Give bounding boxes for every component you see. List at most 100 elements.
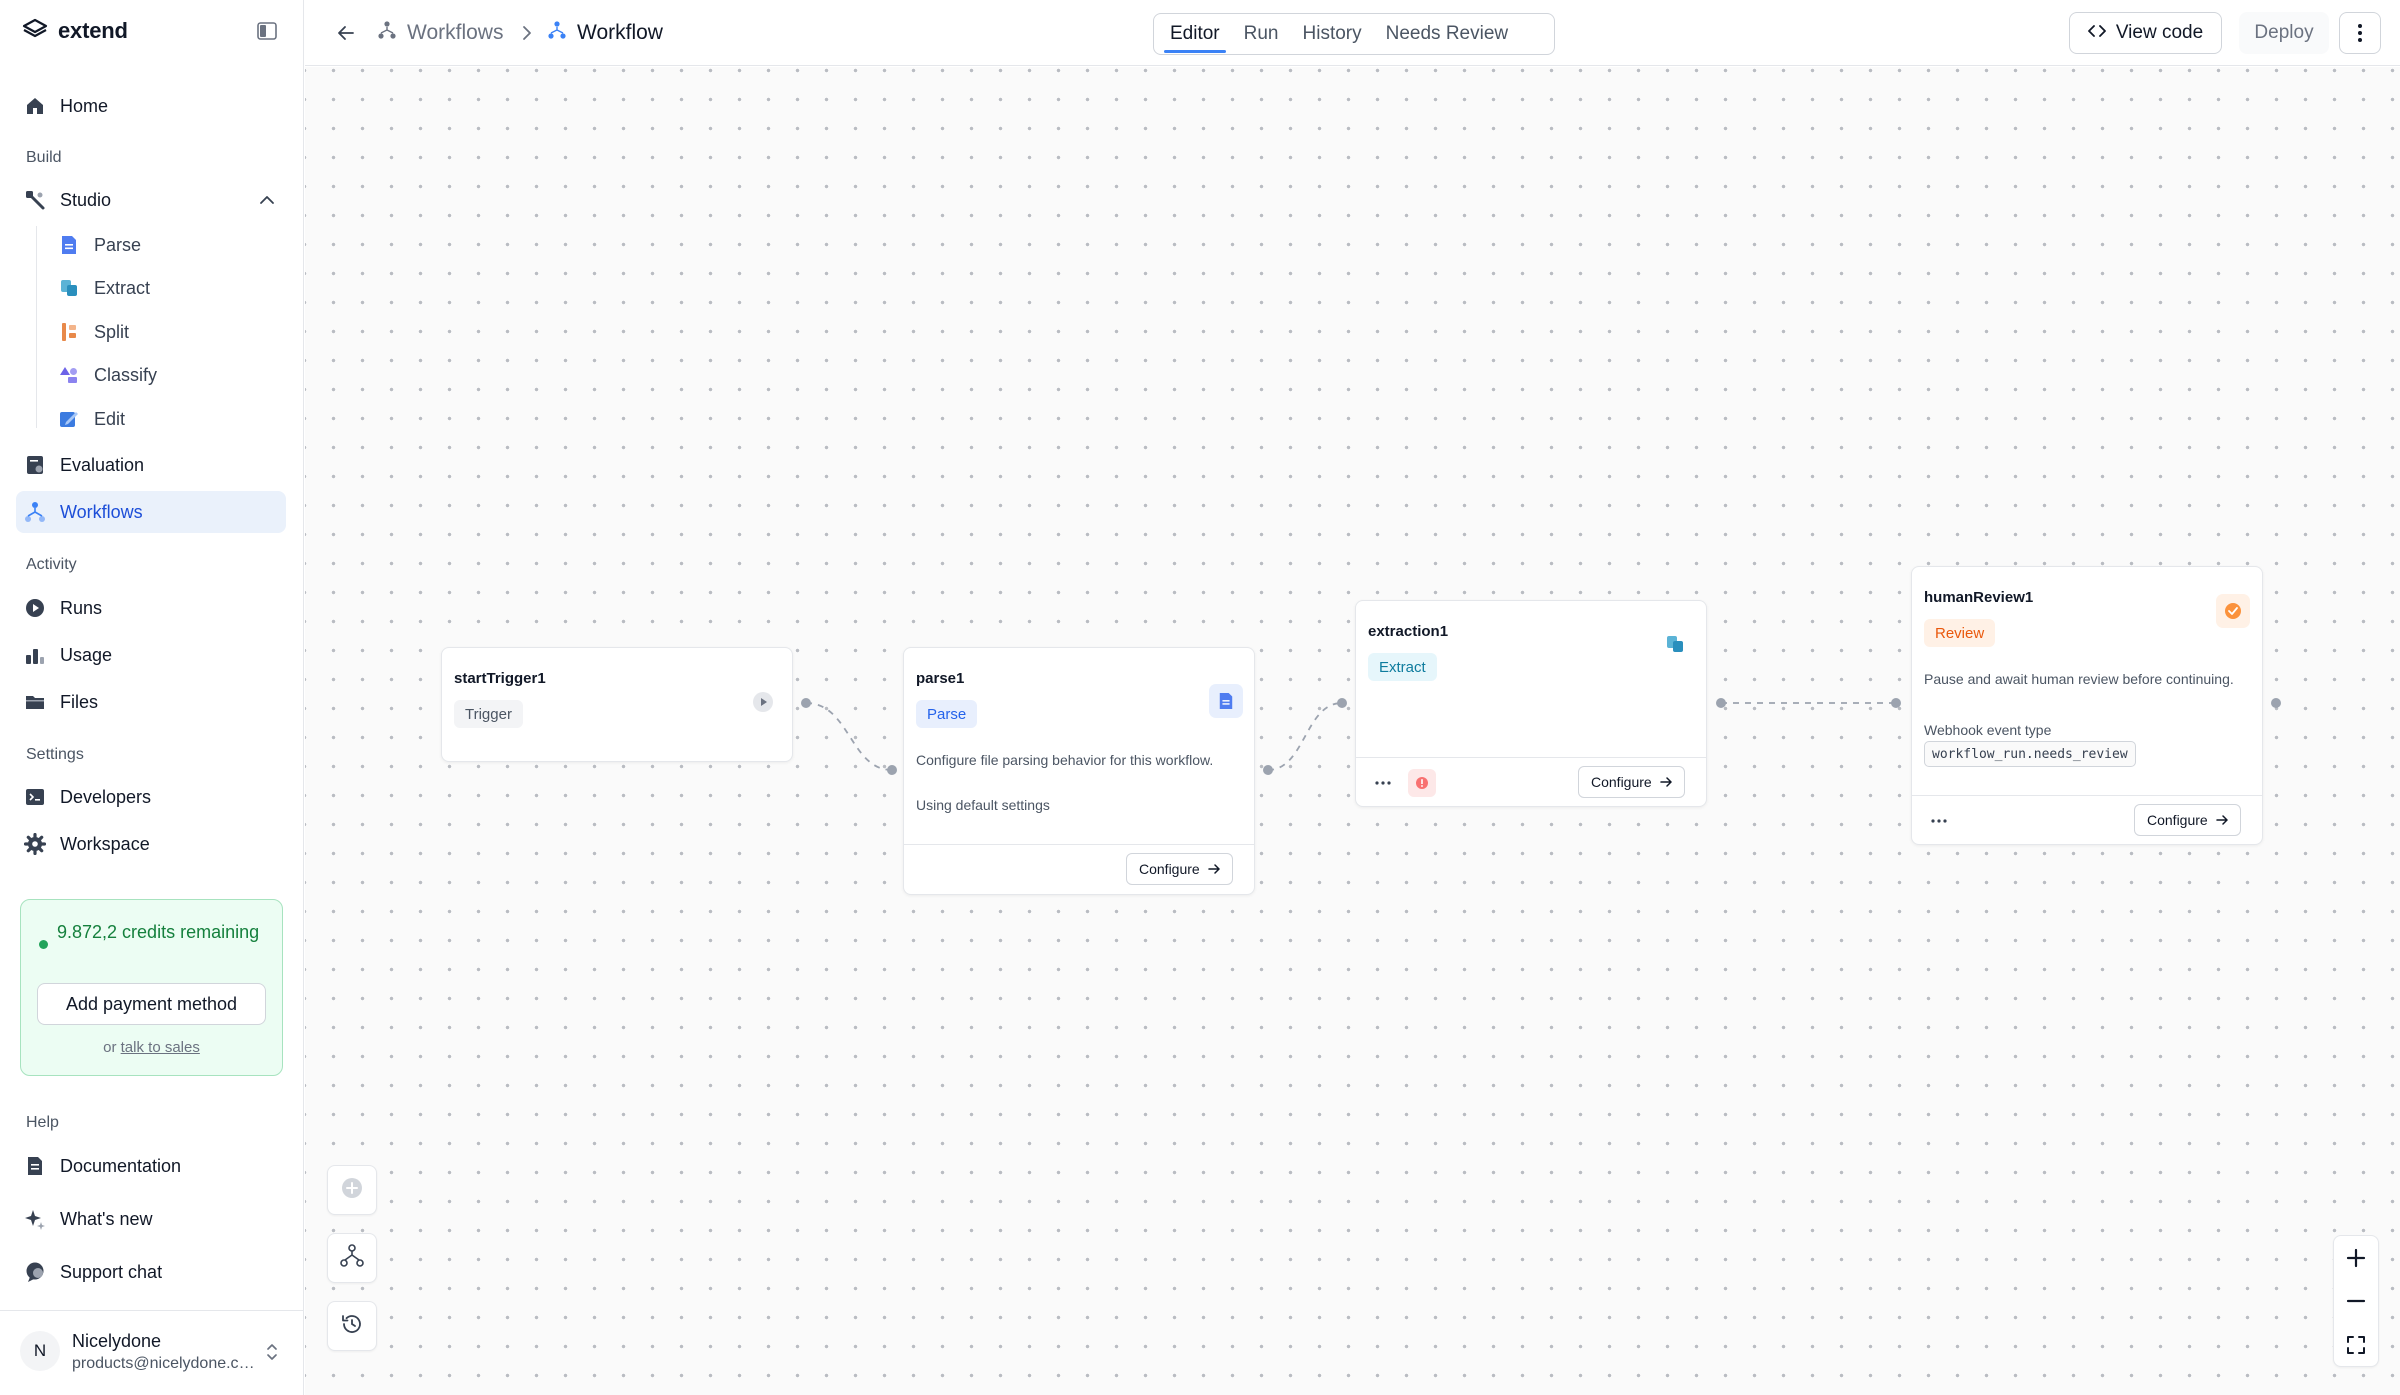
breadcrumb-workflow-label: Workflow bbox=[577, 21, 663, 44]
nav-support-chat[interactable]: Support chat bbox=[16, 1251, 286, 1293]
nav-files[interactable]: Files bbox=[16, 681, 286, 723]
node-type-tag: Extract bbox=[1368, 653, 1437, 681]
node-human-review[interactable]: humanReview1 Review Pause and await huma… bbox=[1911, 566, 2263, 845]
user-menu[interactable]: N Nicelydone products@nicelydone.club bbox=[0, 1310, 303, 1395]
workflow-canvas[interactable]: startTrigger1 Trigger parse1 Parse Confi… bbox=[305, 67, 2400, 1395]
parse-input-handle[interactable] bbox=[887, 765, 897, 775]
nav-workflows[interactable]: Workflows bbox=[16, 491, 286, 533]
nav-split-label: Split bbox=[94, 321, 130, 342]
sidebar: extend Home Build Studio Parse Extract S… bbox=[0, 0, 304, 1395]
chevron-up-icon[interactable] bbox=[256, 189, 278, 211]
breadcrumb-workflows[interactable]: Workflows bbox=[377, 20, 503, 46]
nav-workspace[interactable]: Workspace bbox=[16, 823, 286, 865]
auto-layout-button[interactable] bbox=[327, 1233, 377, 1283]
plus-circle-icon bbox=[341, 1177, 363, 1204]
configure-button[interactable]: Configure bbox=[1126, 853, 1233, 885]
section-activity-label: Activity bbox=[26, 556, 77, 573]
nav-usage[interactable]: Usage bbox=[16, 634, 286, 676]
fit-view-icon[interactable] bbox=[2334, 1323, 2378, 1367]
node-type-tag: Review bbox=[1924, 619, 1996, 647]
warning-icon[interactable] bbox=[1408, 769, 1436, 797]
more-options-icon[interactable] bbox=[1925, 807, 1953, 835]
nav-edit-label: Edit bbox=[94, 408, 126, 429]
or-text: or bbox=[103, 1039, 117, 1056]
version-history-button[interactable] bbox=[327, 1301, 377, 1351]
node-start-trigger[interactable]: startTrigger1 Trigger bbox=[441, 647, 793, 762]
nav-split[interactable]: Split bbox=[58, 314, 129, 350]
configure-label: Configure bbox=[2147, 812, 2208, 828]
breadcrumb-workflows-label: Workflows bbox=[407, 21, 504, 44]
workflow-nodes-icon bbox=[339, 1243, 365, 1274]
nav-developers[interactable]: Developers bbox=[16, 776, 286, 818]
nav-edit[interactable]: Edit bbox=[58, 401, 125, 437]
avatar: N bbox=[20, 1331, 60, 1371]
tab-history[interactable]: History bbox=[1293, 15, 1372, 53]
brand[interactable]: extend bbox=[22, 18, 128, 44]
breadcrumb-workflow: Workflow bbox=[547, 20, 663, 46]
documentation-icon bbox=[24, 1155, 46, 1177]
nav-parse[interactable]: Parse bbox=[58, 227, 141, 263]
back-arrow-icon[interactable] bbox=[333, 20, 359, 46]
nav-workflows-label: Workflows bbox=[60, 501, 143, 522]
code-brackets-icon bbox=[2087, 22, 2106, 44]
zoom-out-icon[interactable] bbox=[2334, 1279, 2378, 1323]
node-title: extraction1 bbox=[1368, 623, 1449, 640]
node-title: parse1 bbox=[916, 670, 965, 687]
extract-icon bbox=[58, 277, 80, 299]
tab-editor[interactable]: Editor bbox=[1160, 15, 1230, 53]
workflow-nodes-icon bbox=[547, 20, 567, 46]
node-parse[interactable]: parse1 Parse Configure file parsing beha… bbox=[903, 647, 1255, 895]
nav-extract-label: Extract bbox=[94, 277, 151, 298]
arrow-right-icon bbox=[1207, 861, 1220, 877]
nav-developers-label: Developers bbox=[60, 786, 152, 807]
nav-documentation[interactable]: Documentation bbox=[16, 1145, 286, 1187]
nav-workspace-label: Workspace bbox=[60, 833, 150, 854]
configure-button[interactable]: Configure bbox=[1578, 766, 1685, 798]
start-output-handle[interactable] bbox=[801, 698, 811, 708]
review-output-handle[interactable] bbox=[2271, 698, 2281, 708]
add-payment-method-button[interactable]: Add payment method bbox=[37, 983, 266, 1025]
parse-output-handle[interactable] bbox=[1263, 765, 1273, 775]
view-code-button[interactable]: View code bbox=[2069, 12, 2222, 54]
zoom-controls bbox=[2333, 1235, 2379, 1367]
extraction-input-handle[interactable] bbox=[1337, 698, 1347, 708]
add-node-button[interactable] bbox=[327, 1165, 377, 1215]
tab-run[interactable]: Run bbox=[1234, 15, 1289, 53]
more-options-icon[interactable] bbox=[2339, 12, 2381, 54]
nav-extract[interactable]: Extract bbox=[58, 270, 150, 306]
edit-icon bbox=[58, 408, 80, 430]
nav-studio[interactable]: Studio bbox=[16, 179, 286, 221]
nav-runs[interactable]: Runs bbox=[16, 587, 286, 629]
review-input-handle[interactable] bbox=[1891, 698, 1901, 708]
workflow-nodes-icon bbox=[377, 20, 397, 46]
play-icon bbox=[746, 685, 780, 719]
nav-classify[interactable]: Classify bbox=[58, 357, 157, 393]
history-icon bbox=[340, 1312, 364, 1341]
section-settings-label: Settings bbox=[26, 746, 84, 763]
check-circle-icon bbox=[2216, 594, 2250, 628]
deploy-button[interactable]: Deploy bbox=[2239, 12, 2329, 54]
user-email: products@nicelydone.club bbox=[72, 1355, 256, 1372]
node-title: startTrigger1 bbox=[454, 670, 546, 687]
studio-tree-line bbox=[36, 226, 37, 428]
chevron-up-down-icon[interactable] bbox=[262, 1339, 282, 1365]
section-help-label: Help bbox=[26, 1114, 59, 1131]
more-options-icon[interactable] bbox=[1369, 769, 1397, 797]
extraction-output-handle[interactable] bbox=[1716, 698, 1726, 708]
nav-evaluation[interactable]: Evaluation bbox=[16, 444, 286, 486]
webhook-label: Webhook event type bbox=[1924, 722, 2052, 738]
node-footer: Configure bbox=[1912, 795, 2262, 845]
configure-button[interactable]: Configure bbox=[2134, 804, 2241, 836]
tab-needs-review[interactable]: Needs Review bbox=[1376, 15, 1519, 53]
node-extraction[interactable]: extraction1 Extract Configure bbox=[1355, 600, 1707, 807]
nav-whats-new[interactable]: What's new bbox=[16, 1198, 286, 1240]
view-code-label: View code bbox=[2115, 22, 2204, 43]
zoom-in-icon[interactable] bbox=[2334, 1236, 2378, 1280]
talk-to-sales-link[interactable]: talk to sales bbox=[121, 1039, 200, 1056]
node-type-tag: Trigger bbox=[454, 700, 523, 728]
node-type-tag: Parse bbox=[916, 700, 978, 728]
brand-name: extend bbox=[58, 18, 128, 43]
collapse-sidebar-icon[interactable] bbox=[256, 20, 278, 42]
nav-home[interactable]: Home bbox=[16, 85, 286, 127]
nav-files-label: Files bbox=[60, 691, 99, 712]
